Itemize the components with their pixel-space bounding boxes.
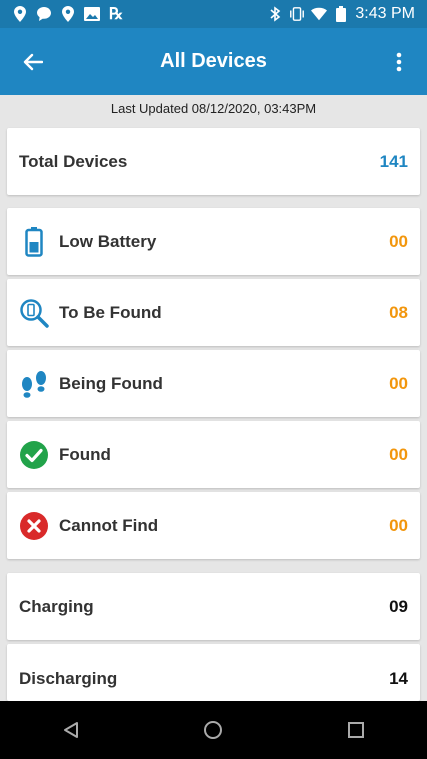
status-bar: ℞ 3:43 PM bbox=[0, 0, 427, 28]
status-item-to-be-found[interactable]: To Be Found 08 bbox=[7, 279, 420, 346]
total-devices-value: 141 bbox=[379, 151, 408, 171]
app-bar: All Devices bbox=[0, 28, 427, 95]
status-item-value: 00 bbox=[389, 515, 408, 535]
chat-icon bbox=[36, 6, 52, 22]
status-item-value: 00 bbox=[389, 231, 408, 251]
nav-back-button[interactable] bbox=[51, 710, 91, 750]
status-item-value: 00 bbox=[389, 444, 408, 464]
notification-icons: ℞ bbox=[12, 6, 124, 23]
system-navigation-bar bbox=[0, 701, 427, 759]
more-vert-icon bbox=[396, 52, 402, 72]
footsteps-icon bbox=[19, 369, 49, 399]
location-icon bbox=[12, 6, 28, 22]
charge-item-label: Charging bbox=[19, 596, 94, 616]
check-circle-icon bbox=[19, 440, 49, 470]
image-icon bbox=[84, 6, 100, 22]
charge-item-charging[interactable]: Charging 09 bbox=[7, 573, 420, 640]
status-item-value: 08 bbox=[389, 302, 408, 322]
status-item-found[interactable]: Found 00 bbox=[7, 421, 420, 488]
square-recents-icon bbox=[347, 722, 364, 738]
overflow-menu-button[interactable] bbox=[385, 46, 413, 78]
status-item-label: Cannot Find bbox=[59, 515, 159, 535]
system-icons: 3:43 PM bbox=[267, 5, 415, 23]
charge-item-discharging[interactable]: Discharging 14 bbox=[7, 644, 420, 701]
cancel-circle-icon bbox=[19, 511, 49, 541]
status-item-being-found[interactable]: Being Found 00 bbox=[7, 350, 420, 417]
arrow-left-icon bbox=[23, 53, 43, 71]
battery-icon bbox=[333, 6, 349, 22]
status-item-label: Being Found bbox=[59, 373, 163, 393]
search-device-icon bbox=[19, 298, 49, 328]
status-item-label: Found bbox=[59, 444, 111, 464]
location-icon bbox=[60, 6, 76, 22]
back-button[interactable] bbox=[18, 48, 48, 76]
charge-item-value: 14 bbox=[389, 669, 408, 688]
page-title: All Devices bbox=[160, 50, 267, 72]
nav-recents-button[interactable] bbox=[336, 710, 376, 750]
nav-home-button[interactable] bbox=[193, 710, 233, 750]
battery-icon bbox=[19, 226, 49, 257]
clock-time: 3:43 PM bbox=[355, 5, 415, 22]
bluetooth-icon bbox=[267, 6, 283, 22]
circle-home-icon bbox=[204, 721, 223, 739]
vibrate-icon bbox=[289, 6, 305, 22]
total-devices-card[interactable]: Total Devices 141 bbox=[7, 128, 420, 195]
status-item-value: 00 bbox=[389, 373, 408, 393]
status-item-label: To Be Found bbox=[59, 302, 162, 322]
charge-item-value: 09 bbox=[389, 596, 408, 616]
wifi-icon bbox=[311, 6, 328, 22]
rx-icon: ℞ bbox=[108, 6, 124, 23]
triangle-back-icon bbox=[64, 722, 79, 738]
charge-item-label: Discharging bbox=[19, 669, 118, 688]
status-item-cannot-find[interactable]: Cannot Find 00 bbox=[7, 492, 420, 559]
status-item-label: Low Battery bbox=[59, 231, 157, 251]
last-updated-text: Last Updated 08/12/2020, 03:43PM bbox=[110, 101, 317, 116]
status-item-low-battery[interactable]: Low Battery 00 bbox=[7, 208, 420, 275]
total-devices-label: Total Devices bbox=[19, 151, 128, 171]
